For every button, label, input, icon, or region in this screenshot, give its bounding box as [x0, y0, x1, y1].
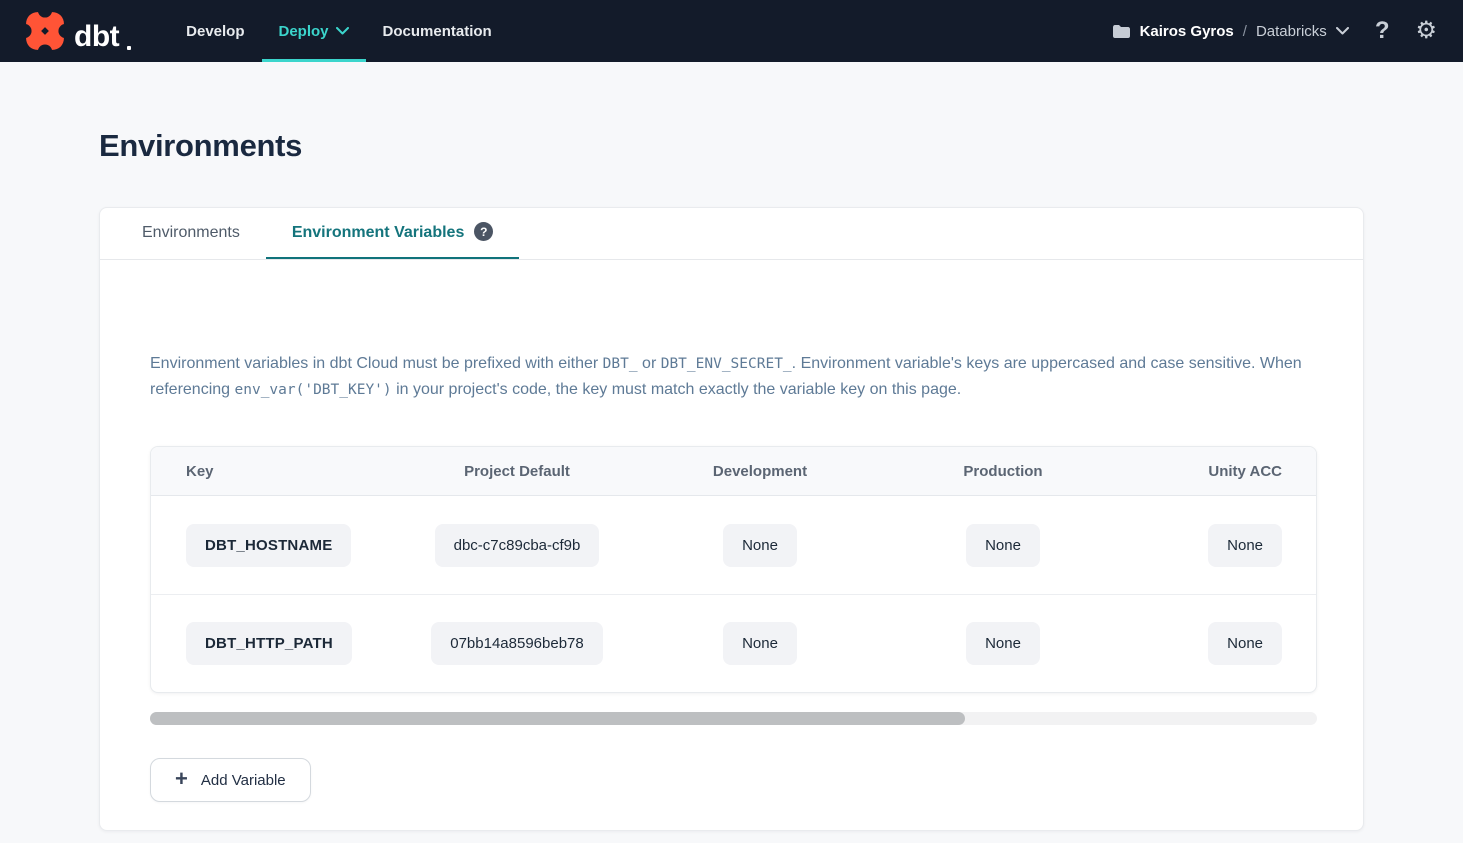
env-value-chip[interactable]: None — [723, 524, 797, 567]
plus-icon: + — [175, 768, 188, 790]
env-value-chip[interactable]: 07bb14a8596beb78 — [431, 622, 602, 665]
env-value-chip[interactable]: None — [723, 622, 797, 665]
brand-text: dbt — [74, 22, 119, 52]
add-variable-button[interactable]: + Add Variable — [150, 758, 311, 802]
horizontal-scrollbar[interactable] — [150, 712, 1317, 725]
nav-item-label: Documentation — [383, 23, 492, 40]
description-segment: or — [638, 355, 661, 372]
code-token: DBT_ — [603, 356, 638, 372]
env-value-chip[interactable]: None — [1208, 524, 1282, 567]
add-variable-label: Add Variable — [201, 772, 286, 789]
tab-content: Environment variables in dbt Cloud must … — [100, 351, 1363, 802]
gear-icon[interactable]: ⚙ — [1415, 19, 1437, 43]
cell-key: DBT_HOSTNAME — [151, 524, 396, 567]
env-value-chip[interactable]: None — [1208, 622, 1282, 665]
scrollbar-thumb[interactable] — [150, 712, 965, 725]
column-header-production: Production — [882, 463, 1124, 480]
folder-icon — [1112, 24, 1131, 39]
env-value-chip[interactable]: None — [966, 622, 1040, 665]
main-nav: Develop Deploy Documentation — [169, 0, 509, 62]
dbt-logo-icon — [24, 10, 66, 52]
description-segment: in your project's code, the key must mat… — [392, 381, 962, 398]
cell-unity-acc: None — [1124, 622, 1316, 665]
env-key-chip[interactable]: DBT_HTTP_PATH — [186, 622, 352, 665]
cell-production: None — [882, 524, 1124, 567]
tab-bar: Environments Environment Variables ? — [100, 208, 1363, 260]
chevron-down-icon — [336, 27, 349, 35]
description-segment: Environment variables in dbt Cloud must … — [150, 355, 603, 372]
cell-production: None — [882, 622, 1124, 665]
breadcrumb-separator: / — [1243, 23, 1247, 40]
project-name: Databricks — [1256, 23, 1327, 40]
tab-label: Environments — [142, 224, 240, 242]
tab-environment-variables[interactable]: Environment Variables ? — [266, 208, 520, 259]
table-header-row: Key Project Default Development Producti… — [151, 447, 1316, 496]
table-row: DBT_HTTP_PATH 07bb14a8596beb78 None None… — [151, 594, 1316, 692]
brand-dot — [127, 46, 131, 50]
nav-right: Kairos Gyros / Databricks ? ⚙ — [1112, 19, 1437, 43]
chevron-down-icon — [1336, 27, 1349, 35]
tab-help-icon[interactable]: ? — [474, 222, 493, 241]
env-var-table: Key Project Default Development Producti… — [150, 446, 1317, 693]
nav-item-label: Develop — [186, 23, 244, 40]
column-header-unity-acc: Unity ACC — [1124, 463, 1316, 480]
tab-environments[interactable]: Environments — [116, 208, 266, 259]
dbt-logo[interactable]: dbt — [24, 10, 131, 52]
code-token: DBT_ENV_SECRET_ — [661, 356, 792, 372]
nav-item-develop[interactable]: Develop — [169, 0, 261, 62]
help-icon[interactable]: ? — [1375, 19, 1390, 43]
code-token: env_var('DBT_KEY') — [235, 382, 392, 398]
cell-development: None — [638, 622, 882, 665]
page-title: Environments — [99, 128, 1463, 164]
column-header-project-default: Project Default — [396, 463, 638, 480]
cell-project-default: 07bb14a8596beb78 — [396, 622, 638, 665]
tab-label: Environment Variables — [292, 224, 465, 242]
column-header-development: Development — [638, 463, 882, 480]
nav-item-documentation[interactable]: Documentation — [366, 0, 509, 62]
top-nav: dbt Develop Deploy Documentation Kairos … — [0, 0, 1463, 62]
table-row: DBT_HOSTNAME dbc-c7c89cba-cf9b None None… — [151, 496, 1316, 594]
nav-item-label: Deploy — [279, 23, 329, 40]
environments-card: Environments Environment Variables ? Env… — [99, 207, 1364, 831]
column-header-key: Key — [151, 463, 396, 480]
cell-development: None — [638, 524, 882, 567]
env-value-chip[interactable]: None — [966, 524, 1040, 567]
description-text: Environment variables in dbt Cloud must … — [150, 351, 1315, 403]
cell-project-default: dbc-c7c89cba-cf9b — [396, 524, 638, 567]
cell-key: DBT_HTTP_PATH — [151, 622, 396, 665]
cell-unity-acc: None — [1124, 524, 1316, 567]
project-switcher[interactable]: Kairos Gyros / Databricks — [1112, 23, 1349, 40]
env-value-chip[interactable]: dbc-c7c89cba-cf9b — [435, 524, 600, 567]
env-key-chip[interactable]: DBT_HOSTNAME — [186, 524, 351, 567]
nav-item-deploy[interactable]: Deploy — [262, 0, 366, 62]
account-name: Kairos Gyros — [1140, 23, 1234, 40]
